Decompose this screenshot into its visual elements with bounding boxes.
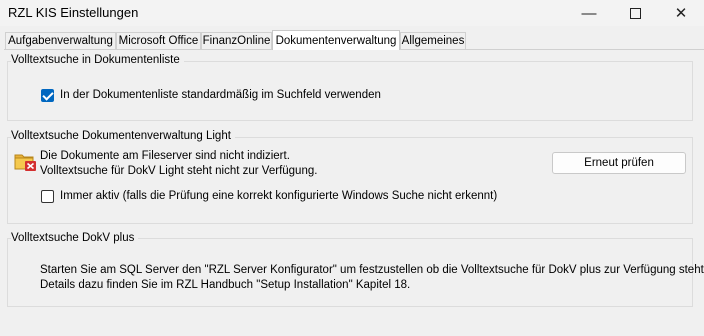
tab-dokumentenverwaltung[interactable]: Dokumentenverwaltung [272,30,400,50]
group-title: Volltextsuche DokV plus [11,232,139,244]
tab-label: Aufgabenverwaltung [8,35,113,47]
default-search-checkbox[interactable] [41,89,54,102]
tab-label: Dokumentenverwaltung [275,34,397,47]
title-bar: RZL KIS Einstellungen — ✕ [0,0,704,26]
tab-allgemeines[interactable]: Allgemeines [400,32,466,49]
group-title: Volltextsuche in Dokumentenliste [11,54,184,66]
maximize-icon [629,7,641,19]
always-active-label: Immer aktiv (falls die Prüfung eine korr… [60,190,498,202]
always-active-checkbox[interactable] [41,190,54,203]
status-line-2: Volltextsuche für DokV Light steht nicht… [40,165,318,177]
maximize-button[interactable] [612,0,658,26]
minimize-button[interactable]: — [566,0,612,26]
window-title: RZL KIS Einstellungen [8,5,139,20]
close-icon: ✕ [674,5,688,22]
tab-label: Allgemeines [401,35,465,47]
status-line-1: Die Dokumente am Fileserver sind nicht i… [40,150,290,162]
info-line-2: Details dazu finden Sie im RZL Handbuch … [40,279,411,291]
recheck-button-label: Erneut prüfen [584,157,654,169]
info-line-1: Starten Sie am SQL Server den "RZL Serve… [40,264,704,276]
close-button[interactable]: ✕ [658,0,704,26]
tab-aufgabenverwaltung[interactable]: Aufgabenverwaltung [5,32,116,49]
tab-label: FinanzOnline [202,35,271,47]
tab-label: Microsoft Office [118,35,199,47]
group-title: Volltextsuche Dokumentenverwaltung Light [11,130,235,142]
minimize-icon: — [581,4,597,22]
folder-error-icon [14,154,36,171]
tab-finanzonline[interactable]: FinanzOnline [201,32,272,49]
recheck-button[interactable]: Erneut prüfen [552,152,686,174]
tab-strip: Aufgabenverwaltung Microsoft Office Fina… [0,30,704,50]
default-search-label: In der Dokumentenliste standardmäßig im … [60,89,381,101]
tab-microsoft-office[interactable]: Microsoft Office [116,32,201,49]
